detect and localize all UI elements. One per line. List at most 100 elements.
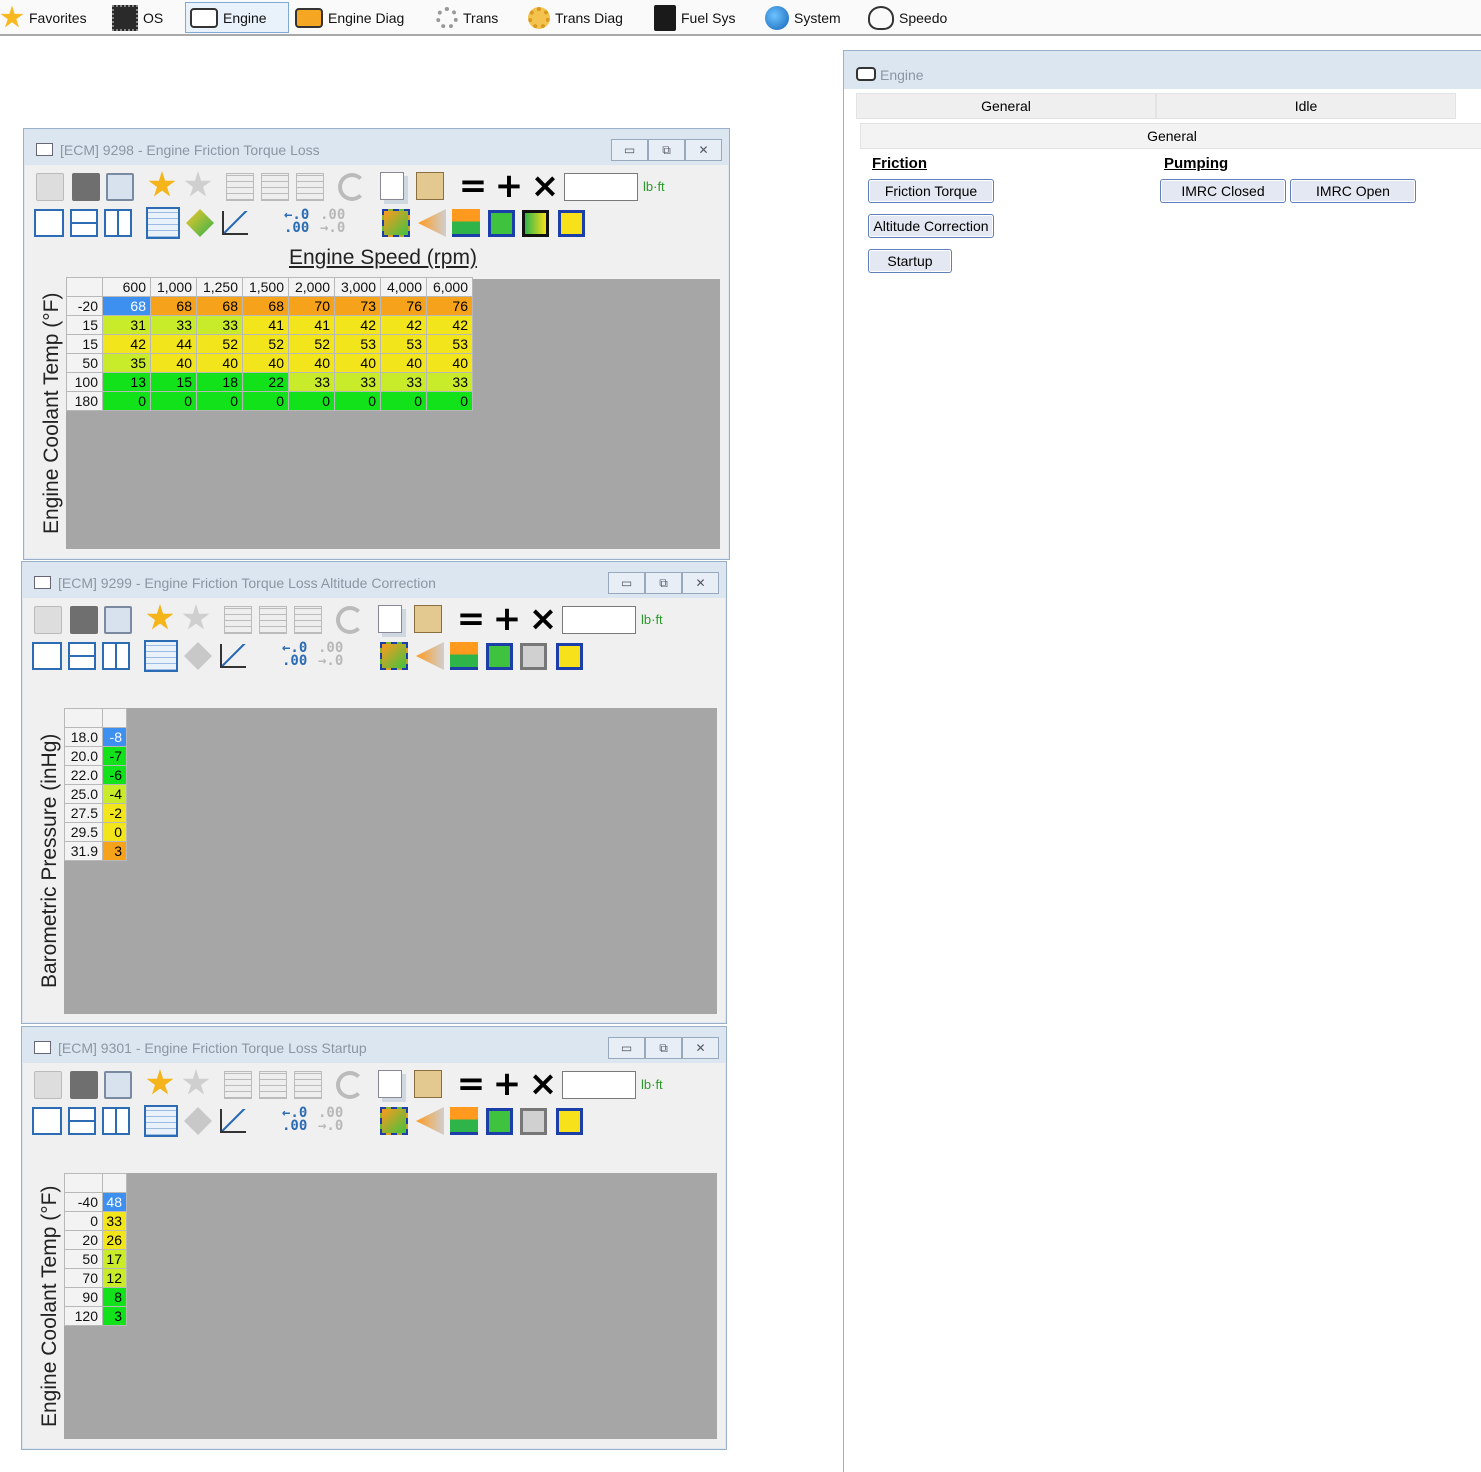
nav-trans-diag[interactable]: Trans Diag — [528, 2, 640, 33]
data-cell[interactable]: 53 — [334, 334, 381, 354]
table-grid-icon[interactable] — [259, 1071, 287, 1099]
table-grid-icon[interactable] — [259, 606, 287, 634]
color-gradient-icon[interactable] — [416, 642, 444, 670]
open-folder-icon[interactable] — [34, 1071, 62, 1099]
data-cell[interactable]: 35 — [102, 353, 151, 373]
data-cell[interactable]: 70 — [288, 296, 335, 316]
close-button[interactable]: ✕ — [682, 1037, 719, 1059]
data-cell[interactable]: 22 — [242, 372, 289, 392]
open-folder-icon[interactable] — [36, 173, 64, 201]
data-cell[interactable]: -8 — [102, 727, 127, 747]
add-value-icon[interactable]: + — [490, 602, 524, 636]
table-grid-icon[interactable] — [296, 173, 324, 201]
data-cell[interactable]: 76 — [380, 296, 427, 316]
table-grid-icon[interactable] — [261, 173, 289, 201]
data-cell[interactable]: -4 — [102, 784, 127, 804]
data-cell[interactable]: 0 — [288, 391, 335, 411]
data-cell[interactable]: 31 — [102, 315, 151, 335]
altitude-correction-button[interactable]: Altitude Correction — [868, 214, 994, 238]
data-cell[interactable]: -6 — [102, 765, 127, 785]
open-folder-icon[interactable] — [34, 606, 62, 634]
value-input[interactable] — [562, 606, 636, 634]
data-cell[interactable]: 33 — [426, 372, 473, 392]
view-split-horizontal-icon[interactable] — [70, 209, 98, 237]
table-grid-icon[interactable] — [294, 606, 322, 634]
data-cell[interactable]: 33 — [196, 315, 243, 335]
minimize-button[interactable]: ▭ — [608, 1037, 645, 1059]
data-cell[interactable]: 40 — [196, 353, 243, 373]
imrc-closed-button[interactable]: IMRC Closed — [1160, 179, 1286, 203]
view-split-horizontal-icon[interactable] — [68, 642, 96, 670]
save-icon[interactable] — [72, 173, 100, 201]
color-highlight-icon[interactable] — [556, 643, 583, 670]
set-equal-icon[interactable]: = — [454, 602, 488, 636]
close-button[interactable]: ✕ — [685, 139, 722, 161]
window-titlebar[interactable]: [ECM] 9301 - Engine Friction Torque Loss… — [22, 1027, 726, 1063]
data-cell[interactable]: 3 — [102, 841, 127, 861]
maximize-button[interactable]: ⧉ — [648, 139, 685, 161]
nav-engine-diag[interactable]: Engine Diag — [295, 2, 417, 33]
remove-favorite-icon[interactable] — [184, 171, 212, 197]
minimize-button[interactable]: ▭ — [608, 572, 645, 594]
remove-favorite-icon[interactable] — [182, 604, 210, 630]
data-cell[interactable]: 68 — [102, 296, 151, 316]
data-cell[interactable]: 40 — [288, 353, 335, 373]
decrease-decimals-icon[interactable]: .00 →.0 — [318, 1106, 346, 1135]
data-cell[interactable]: 3 — [102, 1306, 127, 1326]
nav-system[interactable]: System — [765, 2, 857, 33]
data-cell[interactable]: 0 — [150, 391, 197, 411]
color-range-icon[interactable] — [522, 210, 549, 237]
data-cell[interactable]: 33 — [380, 372, 427, 392]
data-cell[interactable]: 41 — [242, 315, 289, 335]
data-cell[interactable]: 40 — [150, 353, 197, 373]
nav-fuel-sys[interactable]: Fuel Sys — [654, 2, 750, 33]
table-window-startup[interactable]: [ECM] 9301 - Engine Friction Torque Loss… — [21, 1026, 727, 1450]
minimize-button[interactable]: ▭ — [611, 139, 648, 161]
data-cell[interactable]: 40 — [380, 353, 427, 373]
table-grid-icon[interactable] — [224, 1071, 252, 1099]
imrc-open-button[interactable]: IMRC Open — [1290, 179, 1416, 203]
data-cell[interactable]: 52 — [288, 334, 335, 354]
data-cell[interactable]: 40 — [334, 353, 381, 373]
color-box-icon[interactable] — [488, 210, 515, 237]
value-input[interactable] — [562, 1071, 636, 1099]
data-cell[interactable]: 0 — [334, 391, 381, 411]
data-cell[interactable]: 8 — [102, 1287, 127, 1307]
nav-engine[interactable]: Engine — [185, 2, 289, 33]
view-single-icon[interactable] — [34, 209, 64, 237]
table-window-friction-torque[interactable]: [ECM] 9298 - Engine Friction Torque Loss… — [23, 128, 730, 560]
data-cell[interactable]: 40 — [426, 353, 473, 373]
table-grid-icon[interactable] — [226, 173, 254, 201]
table-grid-icon[interactable] — [224, 606, 252, 634]
color-split-icon[interactable] — [450, 1107, 478, 1135]
add-value-icon[interactable]: + — [490, 1067, 524, 1101]
nav-trans[interactable]: Trans — [436, 2, 512, 33]
data-cell[interactable]: 68 — [150, 296, 197, 316]
view-graph-icon[interactable] — [220, 644, 246, 668]
paste-icon[interactable] — [414, 1070, 442, 1098]
data-cell[interactable]: 44 — [150, 334, 197, 354]
data-cell[interactable]: 0 — [102, 822, 127, 842]
data-cell[interactable]: 33 — [288, 372, 335, 392]
color-scale-icon[interactable] — [382, 209, 410, 237]
data-cell[interactable]: 42 — [334, 315, 381, 335]
color-highlight-icon[interactable] — [558, 210, 585, 237]
print-icon[interactable] — [106, 173, 134, 201]
data-cell[interactable]: -2 — [102, 803, 127, 823]
remove-favorite-icon[interactable] — [182, 1069, 210, 1095]
data-cell[interactable]: 73 — [334, 296, 381, 316]
view-split-vertical-icon[interactable] — [102, 642, 130, 670]
data-cell[interactable]: 41 — [288, 315, 335, 335]
color-gradient-icon[interactable] — [416, 1107, 444, 1135]
tab-general[interactable]: General — [856, 93, 1156, 119]
copy-icon[interactable] — [378, 605, 402, 633]
tab-idle[interactable]: Idle — [1156, 93, 1456, 119]
data-cell[interactable]: 53 — [426, 334, 473, 354]
nav-favorites[interactable]: Favorites — [0, 2, 96, 33]
maximize-button[interactable]: ⧉ — [645, 572, 682, 594]
view-single-icon[interactable] — [32, 642, 62, 670]
data-cell[interactable]: 33 — [334, 372, 381, 392]
data-cell[interactable]: 42 — [102, 334, 151, 354]
view-table-icon[interactable] — [144, 1105, 178, 1137]
maximize-button[interactable]: ⧉ — [645, 1037, 682, 1059]
